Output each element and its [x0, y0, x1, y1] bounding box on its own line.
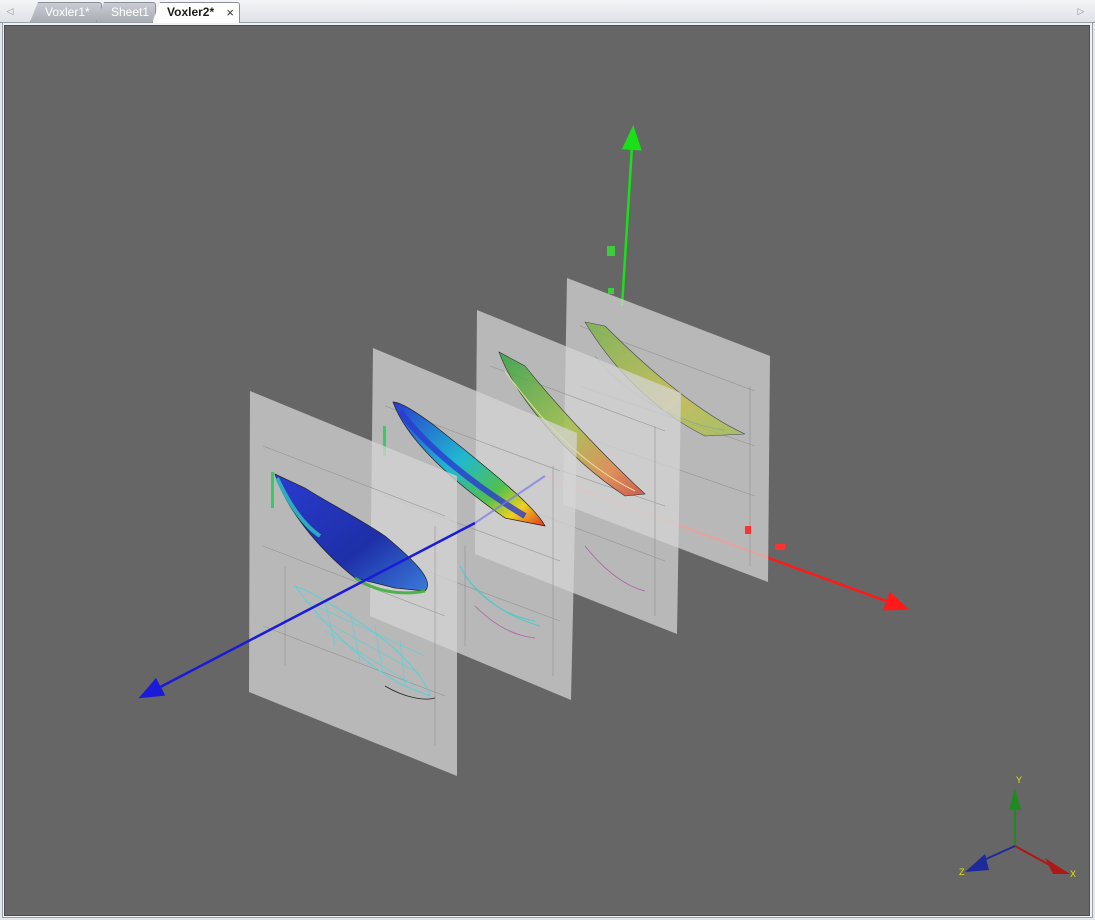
tab-voxler1[interactable]: Voxler1* — [30, 2, 102, 22]
scroll-tabs-left-icon[interactable]: ◁ — [3, 4, 17, 18]
orientation-triad: Y X Z — [959, 775, 1076, 879]
tab-label: Voxler2* — [167, 5, 215, 19]
close-tab-icon[interactable]: × — [226, 3, 234, 22]
y-arrow-icon — [1009, 788, 1021, 810]
3d-scene[interactable]: Y X Z — [5, 26, 1090, 916]
triad-y-label: Y — [1016, 775, 1022, 785]
triad-x-label: X — [1070, 869, 1076, 879]
tab-label: Voxler1* — [45, 5, 90, 19]
x-axis-tick-label — [745, 526, 751, 534]
document-tab-bar: ◁ Voxler1* Sheet1 Voxler2* × ▷ — [0, 0, 1095, 23]
x-arrow-icon — [1045, 858, 1070, 874]
z-arrow-icon — [965, 854, 989, 872]
y-axis-tick-label — [607, 246, 615, 256]
y-axis-tick-label — [608, 288, 614, 294]
tab-label: Sheet1 — [111, 5, 150, 19]
color-scale-bar — [271, 472, 274, 508]
scroll-tabs-right-icon[interactable]: ▷ — [1074, 4, 1088, 18]
x-axis-tick-label — [775, 544, 785, 550]
tab-sheet1[interactable]: Sheet1 — [96, 2, 156, 22]
triad-z-label: Z — [959, 867, 965, 877]
tab-voxler2[interactable]: Voxler2* × — [152, 2, 240, 23]
y-axis-line — [620, 125, 642, 307]
3d-viewport[interactable]: Y X Z — [4, 25, 1090, 916]
